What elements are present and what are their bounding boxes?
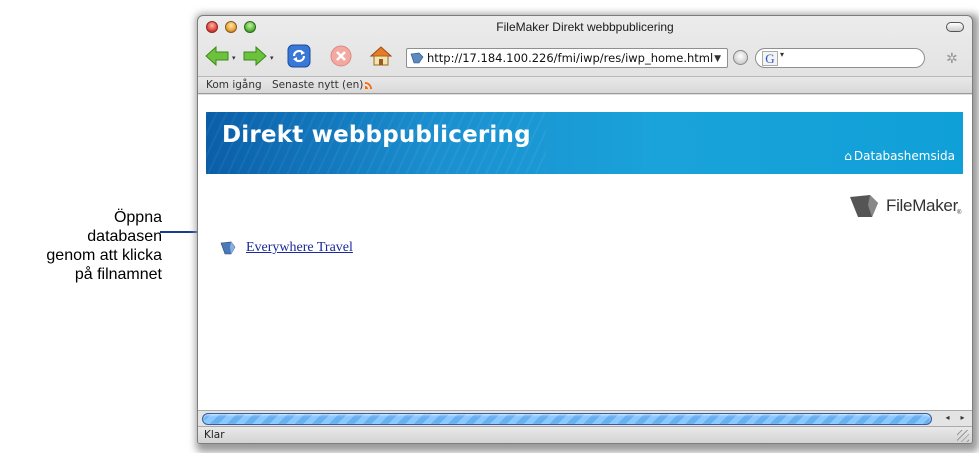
- stop-icon: [330, 45, 352, 67]
- callout-line-4: på filnamnet: [74, 266, 162, 283]
- navigation-toolbar: ▾ ▾ http://17.184.100.226/fmi/iwp/res/iw…: [198, 40, 972, 74]
- reload-button[interactable]: [286, 43, 312, 69]
- filemaker-logo-icon: [850, 195, 878, 217]
- database-link-everywhere-travel[interactable]: Everywhere Travel: [246, 240, 353, 256]
- home-button[interactable]: [368, 43, 394, 69]
- browser-window: FileMaker Direkt webbpublicering ▾ ▾ htt…: [197, 15, 973, 444]
- callout-line-1: Öppna: [113, 209, 162, 226]
- callout-line-3: genom att klicka: [46, 247, 162, 264]
- address-bar[interactable]: http://17.184.100.226/fmi/iwp/res/iwp_ho…: [406, 48, 728, 68]
- page-title: Direkt webbpublicering: [222, 122, 531, 148]
- logo-registered-mark: ®: [957, 210, 962, 216]
- status-bar: Klar: [198, 426, 972, 443]
- database-home-link[interactable]: ⌂ Databashemsida: [844, 149, 955, 163]
- back-history-icon[interactable]: ▾: [232, 54, 236, 62]
- scroll-right-arrow-icon[interactable]: ▸: [960, 413, 964, 425]
- bookmark-kom-igang[interactable]: Kom igång: [206, 79, 262, 91]
- scroll-left-arrow-icon[interactable]: ◂: [945, 413, 949, 425]
- address-url: http://17.184.100.226/fmi/iwp/res/iwp_ho…: [427, 51, 714, 65]
- stop-button[interactable]: [328, 43, 354, 69]
- forward-history-icon[interactable]: ▾: [270, 54, 274, 62]
- home-icon: ⌂: [844, 149, 852, 163]
- reload-icon: [287, 44, 311, 68]
- forward-button[interactable]: [242, 43, 268, 69]
- spinner-icon: ✲: [946, 50, 958, 66]
- bookmark-senaste-nytt-label: Senaste nytt (en): [272, 79, 364, 91]
- page-content: Direkt webbpublicering ⌂ Databashemsida F…: [198, 95, 972, 411]
- rss-icon: [365, 81, 374, 89]
- go-icon[interactable]: [733, 50, 748, 65]
- site-favicon-icon: [410, 52, 424, 64]
- callout-annotation: Öppna databasen genom att klicka på filn…: [0, 208, 162, 284]
- scroll-thumb[interactable]: [202, 413, 932, 425]
- database-home-label: Databashemsida: [853, 149, 955, 163]
- resize-grip-icon[interactable]: [957, 430, 969, 442]
- search-field[interactable]: G ▾: [755, 48, 925, 68]
- scroll-arrows[interactable]: ◂ ▸: [940, 413, 970, 425]
- search-engine-badge[interactable]: G: [762, 51, 778, 66]
- search-engine-dropdown-icon[interactable]: ▾: [780, 50, 784, 59]
- bookmarks-bar: Kom igång Senaste nytt (en): [198, 76, 972, 94]
- database-file-icon: [220, 241, 236, 255]
- url-history-dropdown-icon[interactable]: ▼: [714, 50, 721, 67]
- logo-text: FileMaker: [886, 196, 958, 215]
- back-arrow-icon: [205, 45, 229, 67]
- window-title: FileMaker Direkt webbpublicering: [496, 20, 674, 34]
- title-bar[interactable]: FileMaker Direkt webbpublicering: [198, 16, 972, 38]
- page-banner: Direkt webbpublicering ⌂ Databashemsida: [206, 112, 963, 174]
- toolbar-toggle-button[interactable]: [946, 22, 964, 32]
- filemaker-logo: FileMaker ®: [848, 191, 966, 223]
- horizontal-scrollbar[interactable]: ◂ ▸: [198, 410, 972, 426]
- forward-arrow-icon: [243, 45, 267, 67]
- callout-line-2: databasen: [87, 228, 162, 245]
- bookmark-senaste-nytt[interactable]: Senaste nytt (en): [272, 79, 374, 91]
- back-button[interactable]: [204, 43, 230, 69]
- status-text: Klar: [204, 429, 225, 441]
- home-icon: [369, 46, 393, 66]
